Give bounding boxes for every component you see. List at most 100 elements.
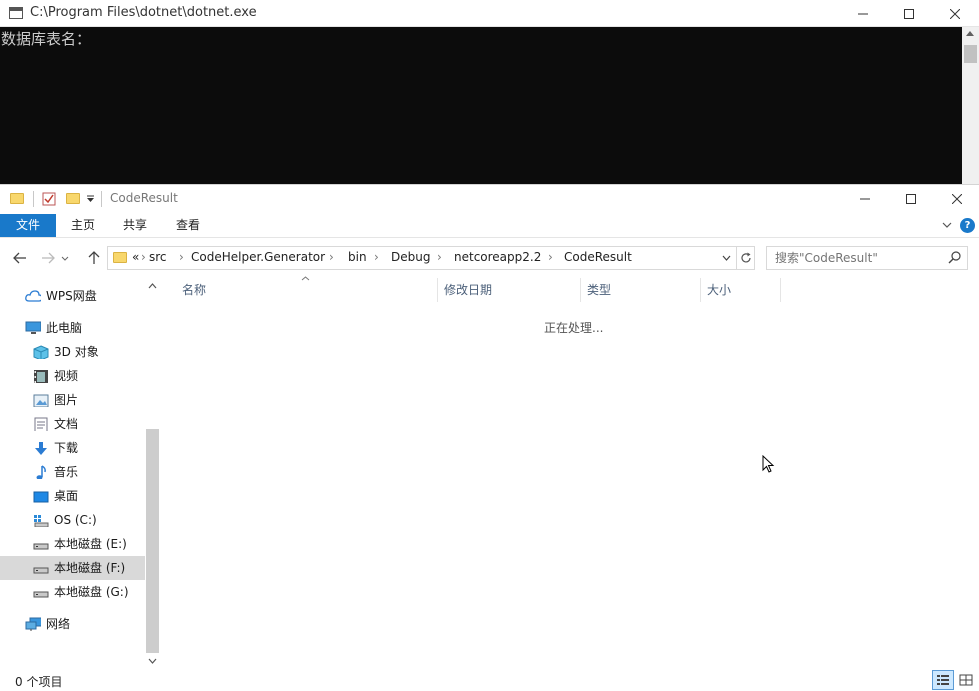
maximize-button[interactable] (888, 185, 934, 213)
window-title: CodeResult (110, 191, 178, 205)
column-header-type[interactable]: 类型 (587, 278, 611, 302)
expand-ribbon-icon[interactable] (942, 222, 952, 229)
console-title: C:\Program Files\dotnet\dotnet.exe (30, 5, 257, 20)
scroll-up-arrow-icon[interactable] (966, 31, 974, 36)
new-folder-icon[interactable] (66, 193, 80, 204)
address-dropdown-button[interactable] (717, 246, 735, 270)
scroll-thumb[interactable] (964, 45, 977, 63)
help-icon[interactable]: ? (960, 218, 975, 233)
close-button[interactable] (934, 185, 979, 213)
back-button[interactable] (9, 247, 31, 269)
column-header-date-modified[interactable]: 修改日期 (444, 278, 492, 302)
breadcrumb-overflow[interactable]: « (132, 250, 139, 264)
folder-icon (113, 252, 127, 263)
chevron-right-icon[interactable]: › (179, 250, 184, 264)
close-button[interactable] (932, 0, 978, 27)
column-divider[interactable] (580, 278, 581, 302)
console-scrollbar[interactable] (962, 27, 979, 184)
tab-home[interactable]: 主页 (62, 214, 104, 237)
arrow-right-icon (42, 252, 55, 264)
details-view-button[interactable] (932, 670, 954, 690)
breadcrumb-coderesult[interactable]: CodeResult (564, 250, 632, 264)
drive-icon (33, 567, 49, 574)
scroll-thumb[interactable] (146, 429, 159, 653)
nav-item-documents[interactable]: 文档 (0, 412, 145, 436)
tab-view[interactable]: 查看 (167, 214, 209, 237)
sort-ascending-icon (301, 276, 310, 281)
chevron-up-icon[interactable] (148, 283, 157, 289)
status-bar: 0 个项目 (0, 669, 979, 691)
column-divider[interactable] (700, 278, 701, 302)
search-input[interactable] (775, 250, 945, 266)
chevron-right-icon[interactable]: › (548, 250, 553, 264)
ribbon-tabs: 文件 主页 共享 查看 ? (0, 214, 979, 238)
folder-icon (10, 193, 24, 204)
column-header-size[interactable]: 大小 (707, 278, 731, 302)
chevron-right-icon[interactable]: › (141, 250, 146, 264)
nav-item-3d-objects[interactable]: 3D 对象 (0, 340, 145, 364)
nav-item-pictures[interactable]: 图片 (0, 388, 145, 412)
chevron-down-icon (722, 255, 730, 261)
nav-item-network[interactable]: 网络 (0, 612, 145, 636)
up-button[interactable] (83, 247, 105, 269)
search-icon[interactable] (948, 251, 961, 264)
breadcrumb-src[interactable]: src (149, 250, 167, 264)
breadcrumb-debug[interactable]: Debug (391, 250, 430, 264)
nav-item-os-c[interactable]: OS (C:) (0, 508, 145, 532)
os-drive-icon (34, 515, 49, 527)
divider (33, 191, 34, 207)
minimize-button[interactable] (840, 0, 886, 27)
column-divider[interactable] (780, 278, 781, 302)
search-box[interactable] (766, 246, 968, 270)
nav-item-drive-e[interactable]: 本地磁盘 (E:) (0, 532, 145, 556)
arrow-left-icon (13, 252, 26, 264)
nav-item-desktop[interactable]: 桌面 (0, 484, 145, 508)
nav-item-downloads[interactable]: 下载 (0, 436, 145, 460)
breadcrumb-bin[interactable]: bin (348, 250, 367, 264)
chevron-right-icon[interactable]: › (329, 250, 334, 264)
nav-item-drive-g[interactable]: 本地磁盘 (G:) (0, 580, 145, 604)
mouse-cursor-icon (762, 455, 775, 473)
forward-button[interactable] (37, 247, 59, 269)
cloud-icon (25, 290, 41, 302)
drive-icon (33, 543, 49, 550)
nav-item-music[interactable]: 音乐 (0, 460, 145, 484)
column-header-name[interactable]: 名称 (182, 278, 206, 302)
console-output[interactable]: 数据库表名： (0, 27, 962, 184)
tab-share[interactable]: 共享 (114, 214, 156, 237)
nav-item-videos[interactable]: 视频 (0, 364, 145, 388)
arrow-up-icon (88, 251, 100, 264)
maximize-button[interactable] (886, 0, 932, 27)
nav-item-this-pc[interactable]: 此电脑 (0, 316, 145, 340)
breadcrumb-netcoreapp[interactable]: netcoreapp2.2 (454, 250, 541, 264)
music-icon (36, 465, 46, 479)
console-titlebar[interactable]: C:\Program Files\dotnet\dotnet.exe (0, 0, 979, 27)
column-divider[interactable] (437, 278, 438, 302)
chevron-down-icon[interactable] (148, 658, 157, 664)
chevron-down-icon (61, 256, 69, 261)
nav-pane-scrollbar[interactable] (145, 278, 160, 669)
recent-locations-button[interactable] (58, 247, 72, 269)
address-bar[interactable]: « › src › CodeHelper.Generator › bin › D… (107, 246, 737, 270)
chevron-right-icon[interactable]: › (437, 250, 442, 264)
chevron-right-icon[interactable]: › (374, 250, 379, 264)
processing-status: 正在处理... (544, 321, 604, 335)
close-icon (952, 194, 962, 204)
3d-objects-icon (33, 345, 49, 359)
drive-icon (33, 591, 49, 598)
large-icons-view-button[interactable] (955, 670, 977, 690)
customize-toolbar-icon[interactable] (86, 195, 95, 203)
refresh-button[interactable] (737, 246, 755, 270)
nav-item-wps-drive[interactable]: WPS网盘 (0, 284, 145, 308)
large-icons-view-icon (959, 674, 973, 686)
properties-icon[interactable] (42, 192, 56, 206)
breadcrumb-codehelper-generator[interactable]: CodeHelper.Generator (191, 250, 325, 264)
tab-file[interactable]: 文件 (0, 214, 56, 237)
console-prompt: 数据库表名： (1, 30, 92, 48)
explorer-titlebar[interactable]: CodeResult (0, 185, 979, 213)
nav-item-drive-f[interactable]: 本地磁盘 (F:) (0, 556, 145, 580)
computer-icon (25, 321, 41, 334)
desktop-icon (33, 491, 49, 503)
minimize-button[interactable] (842, 185, 888, 213)
details-view-icon (937, 675, 949, 685)
